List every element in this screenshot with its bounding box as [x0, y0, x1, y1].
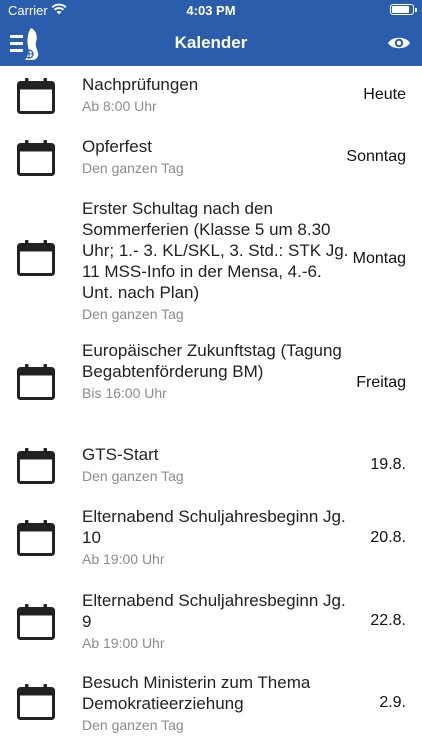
navigation-bar: Kalender	[0, 22, 422, 66]
event-time: Den ganzen Tag	[82, 306, 184, 322]
event-time: Den ganzen Tag	[82, 717, 184, 733]
event-text: Elternabend Schuljahresbeginn Jg. 9 Ab 1…	[82, 590, 352, 653]
event-row[interactable]: Elternabend Schuljahresbeginn Jg. 9 Ab 1…	[0, 582, 422, 662]
app-header: Carrier 4:03 PM Kalender	[0, 0, 422, 66]
event-date: Montag	[352, 250, 406, 267]
event-date: 22.8.	[370, 612, 406, 629]
event-title: Besuch Ministerin zum Thema Demokratieer…	[82, 673, 311, 713]
page-title: Kalender	[174, 33, 248, 52]
event-text: Nachprüfungen Ab 8:00 Uhr	[82, 74, 352, 116]
calendar-icon	[17, 364, 55, 400]
event-title: Elternabend Schuljahresbeginn Jg. 9	[82, 591, 346, 631]
event-row[interactable]: Elternabend Schuljahresbeginn Jg. 10 Ab …	[0, 498, 422, 578]
event-time: Bis 16:00 Uhr	[82, 385, 167, 401]
event-text: Europäischer Zukunftstag (Tagung Begabte…	[82, 340, 352, 403]
event-text: Erster Schultag nach den Sommerferien (K…	[82, 198, 352, 324]
event-title: Nachprüfungen	[82, 75, 199, 94]
event-title: Elternabend Schuljahresbeginn Jg. 10	[82, 507, 346, 547]
event-date: Freitag	[356, 374, 406, 391]
event-row[interactable]: Erster Schultag nach den Sommerferien (K…	[0, 190, 422, 322]
event-title: Erster Schultag nach den Sommerferien (K…	[82, 199, 349, 302]
event-date: Heute	[363, 86, 406, 103]
calendar-icon	[17, 78, 55, 114]
eye-icon[interactable]	[386, 30, 412, 56]
calendar-icon	[17, 240, 55, 276]
calendar-icon	[17, 520, 55, 556]
event-text: GTS-Start Den ganzen Tag	[82, 444, 352, 486]
event-time: Ab 19:00 Uhr	[82, 551, 165, 567]
event-title: Europäischer Zukunftstag (Tagung Begabte…	[82, 341, 342, 381]
event-time: Ab 8:00 Uhr	[82, 98, 157, 114]
status-time: 4:03 PM	[186, 3, 236, 18]
event-text: Elternabend Schuljahresbeginn Jg. 10 Ab …	[82, 506, 352, 569]
event-text: Besuch Ministerin zum Thema Demokratieer…	[82, 672, 352, 735]
event-title: GTS-Start	[82, 445, 159, 464]
status-bar: Carrier 4:03 PM	[0, 0, 422, 22]
event-row[interactable]: Opferfest Den ganzen Tag Sonntag	[0, 128, 422, 186]
event-date: 2.9.	[379, 694, 406, 711]
event-row[interactable]: Nachprüfungen Ab 8:00 Uhr Heute	[0, 66, 422, 124]
calendar-icon	[17, 140, 55, 176]
event-date: 19.8.	[370, 456, 406, 473]
event-row[interactable]: GTS-Start Den ganzen Tag 19.8.	[0, 436, 422, 494]
event-title: Opferfest	[82, 137, 152, 156]
event-date: Sonntag	[346, 148, 406, 165]
calendar-icon	[17, 604, 55, 640]
event-time: Den ganzen Tag	[82, 160, 184, 176]
event-time: Ab 19:00 Uhr	[82, 635, 165, 651]
event-date: 20.8.	[370, 529, 406, 546]
event-text: Opferfest Den ganzen Tag	[82, 136, 352, 178]
battery-icon	[390, 4, 417, 15]
event-row[interactable]: Besuch Ministerin zum Thema Demokratieer…	[0, 664, 422, 750]
calendar-icon	[17, 684, 55, 720]
event-row[interactable]: Europäischer Zukunftstag (Tagung Begabte…	[0, 332, 422, 428]
event-time: Den ganzen Tag	[82, 468, 184, 484]
calendar-icon	[17, 448, 55, 484]
